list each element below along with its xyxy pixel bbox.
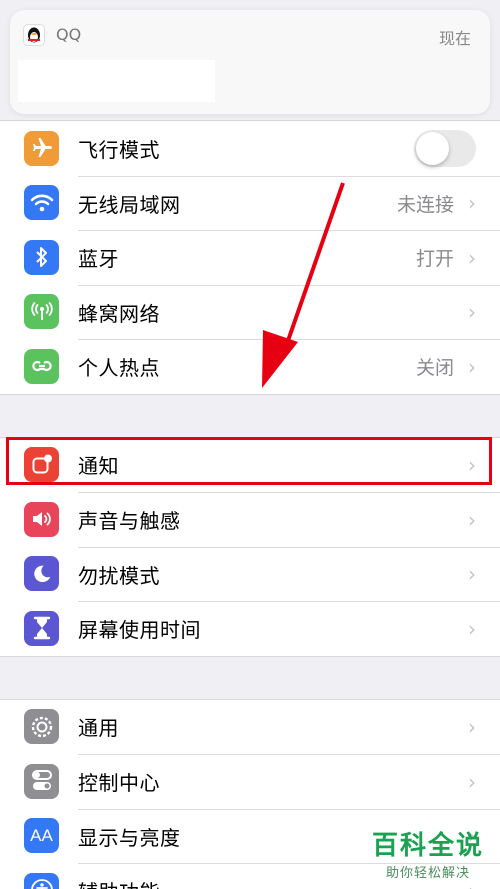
row-label: 蓝牙 <box>78 247 119 272</box>
text-size-icon: AA <box>24 818 59 854</box>
chevron-right-icon: › <box>468 562 476 587</box>
watermark-title: 百科全说 <box>371 831 484 861</box>
redacted-message <box>18 60 215 102</box>
chevron-right-icon: › <box>468 354 476 379</box>
switches-icon <box>24 763 59 799</box>
wifi-icon <box>24 185 59 221</box>
gear-icon <box>24 709 59 745</box>
row-label: 飞行模式 <box>78 137 160 162</box>
cellular-icon <box>24 294 59 330</box>
bluetooth-icon <box>24 239 59 275</box>
row-control-center[interactable]: 控制中心 › <box>0 754 500 809</box>
row-label: 无线局域网 <box>78 192 181 217</box>
wifi-status: 未连接 <box>396 193 454 216</box>
row-do-not-disturb[interactable]: 勿扰模式 › <box>0 546 500 602</box>
chevron-right-icon: › <box>468 769 476 794</box>
qq-penguin-icon <box>23 24 45 46</box>
airplane-mode-toggle[interactable] <box>414 129 476 167</box>
row-label: 蜂窝网络 <box>78 301 160 326</box>
banner-time: 现在 <box>438 29 471 48</box>
notification-banner[interactable]: QQ 现在 <box>10 10 490 114</box>
chevron-right-icon: › <box>468 616 476 641</box>
airplane-icon <box>24 130 59 166</box>
chevron-right-icon: › <box>468 714 476 739</box>
hourglass-icon <box>24 610 59 646</box>
row-label: 勿扰模式 <box>78 563 160 588</box>
row-wifi[interactable]: 无线局域网 未连接 › <box>0 175 500 231</box>
row-label: 个人热点 <box>78 356 160 381</box>
row-hotspot[interactable]: 个人热点 关闭 › <box>0 339 500 394</box>
hotspot-status: 关闭 <box>415 357 454 380</box>
row-cellular[interactable]: 蜂窝网络 › <box>0 284 500 340</box>
moon-icon <box>24 556 59 592</box>
row-label: 屏幕使用时间 <box>78 618 201 643</box>
watermark-subtitle: 助你轻松解决 <box>385 866 470 881</box>
watermark-logo: 百科全说 助你轻松解决 <box>372 825 484 881</box>
row-bluetooth[interactable]: 蓝牙 打开 › <box>0 230 500 285</box>
row-label: 声音与触感 <box>78 509 181 534</box>
chevron-right-icon: › <box>468 507 476 532</box>
speaker-icon <box>24 501 59 537</box>
chevron-right-icon: › <box>468 191 476 216</box>
row-label: 通用 <box>78 716 119 741</box>
chevron-right-icon: › <box>468 300 476 325</box>
row-label: 控制中心 <box>78 771 160 796</box>
row-airplane-mode[interactable]: 飞行模式 <box>0 121 500 176</box>
row-screen-time[interactable]: 屏幕使用时间 › <box>0 601 500 656</box>
banner-app-name: QQ <box>56 25 82 44</box>
connectivity-group: 飞行模式 无线局域网 未连接 › 蓝牙 打开 › 蜂窝网络 › 个人热点 关闭 … <box>0 120 500 395</box>
hotspot-icon <box>24 348 59 384</box>
highlight-box <box>6 437 492 485</box>
row-general[interactable]: 通用 › <box>0 700 500 755</box>
chevron-right-icon: › <box>468 245 476 270</box>
bluetooth-status: 打开 <box>415 248 454 271</box>
row-sounds[interactable]: 声音与触感 › <box>0 492 500 547</box>
accessibility-icon <box>24 872 59 889</box>
